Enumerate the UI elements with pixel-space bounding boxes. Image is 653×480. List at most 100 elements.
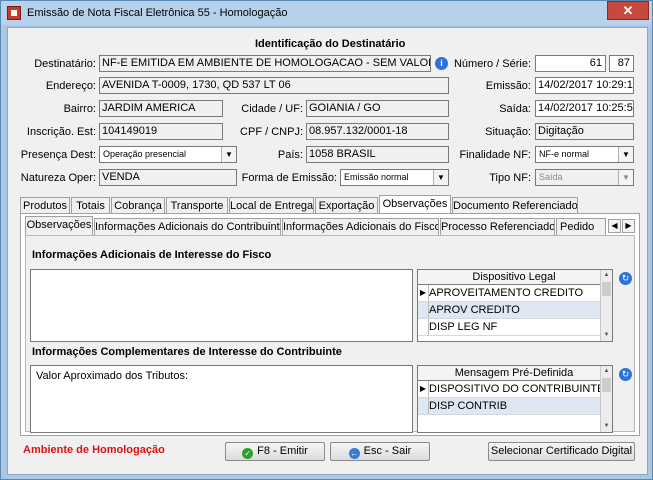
tab-documento-referenciado[interactable]: Documento Referenciado: [452, 197, 578, 214]
finalidade-label: Finalidade NF:: [459, 149, 531, 161]
grid-header: Mensagem Pré-Definida: [418, 366, 600, 381]
finalidade-value: NF-e normal: [539, 149, 590, 159]
ambiente-label: Ambiente de Homologação: [23, 444, 165, 456]
tab-scroll-right-icon[interactable]: ▶: [622, 219, 635, 233]
row-indicator-icon: ▶: [418, 285, 429, 301]
grid-cell: DISP CONTRIB: [429, 400, 508, 412]
tipo-nf-select[interactable]: Saída ▼: [535, 169, 634, 186]
app-icon: [7, 6, 21, 20]
situacao-field[interactable]: Digitação: [535, 123, 634, 140]
grid-cell: DISP LEG NF: [429, 321, 498, 333]
scroll-thumb[interactable]: [602, 378, 611, 392]
finalidade-select[interactable]: NF-e normal ▼: [535, 146, 634, 163]
title-bar: Emissão de Nota Fiscal Eletrônica 55 - H…: [1, 1, 652, 25]
bairro-field[interactable]: JARDIM AMERICA: [99, 100, 223, 117]
emitir-button[interactable]: ✓ F8 - Emitir: [225, 442, 325, 461]
sub-tabs: Observações Informações Adicionais do Co…: [25, 216, 637, 235]
forma-emissao-select[interactable]: Emissão normal ▼: [340, 169, 449, 186]
tab-cobranca[interactable]: Cobrança: [111, 197, 165, 214]
mensagem-grid[interactable]: Mensagem Pré-Definida ▶ DISPOSITIVO DO CO…: [417, 365, 613, 433]
fisco-memo[interactable]: [30, 269, 413, 342]
forma-emissao-label: Forma de Emissão:: [241, 172, 337, 184]
sair-button[interactable]: ← Esc - Sair: [330, 442, 430, 461]
chevron-down-icon[interactable]: ▼: [433, 170, 448, 185]
client-area: Identificação do Destinatário Destinatár…: [7, 27, 648, 475]
refresh-icon[interactable]: ↻: [619, 368, 632, 381]
situacao-label: Situação:: [485, 126, 531, 138]
tab-scroll-left-icon[interactable]: ◀: [608, 219, 621, 233]
dispositivo-legal-grid[interactable]: Dispositivo Legal ▶ APROVEITAMENTO CREDIT…: [417, 269, 613, 342]
presenca-select[interactable]: Operação presencial ▼: [99, 146, 237, 163]
grid-scrollbar[interactable]: ▲ ▼: [600, 270, 612, 341]
contribuinte-memo[interactable]: Valor Aproximado dos Tributos:: [30, 365, 413, 433]
forma-emissao-value: Emissão normal: [344, 172, 409, 182]
saida-label: Saída:: [499, 103, 531, 115]
close-button[interactable]: ✕: [607, 1, 649, 20]
subtab-info-fisco[interactable]: Informações Adicionais do Fisco: [282, 218, 439, 235]
natureza-label: Natureza Oper:: [20, 172, 96, 184]
observacoes-page: Informações Adicionais de Interesse do F…: [25, 235, 635, 433]
numero-field[interactable]: 61: [535, 55, 606, 72]
bairro-label: Bairro:: [63, 103, 96, 115]
grid-row[interactable]: ▶ DISPOSITIVO DO CONTRIBUINTE: [418, 381, 604, 398]
serie-field[interactable]: 87: [609, 55, 634, 72]
tab-transporte[interactable]: Transporte: [166, 197, 228, 214]
pais-label: País:: [277, 149, 303, 161]
grid-row[interactable]: ▶ APROVEITAMENTO CREDITO: [418, 285, 600, 302]
cpf-cnpj-label: CPF / CNPJ:: [240, 126, 303, 138]
emissao-field[interactable]: 14/02/2017 10:29:16: [535, 77, 634, 94]
tab-observacoes[interactable]: Observações: [379, 195, 451, 214]
subtab-info-contribuinte[interactable]: Informações Adicionais do Contribuinte: [94, 218, 281, 235]
endereco-field[interactable]: AVENIDA T-0009, 1730, QD 537 LT 06: [99, 77, 449, 94]
saida-field[interactable]: 14/02/2017 10:25:53: [535, 100, 634, 117]
tab-totais[interactable]: Totais: [71, 197, 110, 214]
subtab-pedido[interactable]: Pedido: [556, 218, 606, 235]
contribuinte-title: Informações Complementares de Interesse …: [32, 346, 342, 358]
tab-local-entrega[interactable]: Local de Entrega: [229, 197, 314, 214]
grid-cell: DISPOSITIVO DO CONTRIBUINTE: [429, 383, 605, 395]
row-indicator: [418, 319, 429, 335]
grid-row[interactable]: DISP CONTRIB: [418, 398, 600, 415]
scroll-up-icon[interactable]: ▲: [601, 270, 612, 281]
destinatario-field[interactable]: NF-E EMITIDA EM AMBIENTE DE HOMOLOGACAO …: [99, 55, 431, 72]
tab-produtos[interactable]: Produtos: [20, 197, 70, 214]
window-title: Emissão de Nota Fiscal Eletrônica 55 - H…: [27, 7, 288, 19]
grid-row[interactable]: APROV CREDITO: [418, 302, 600, 319]
cidade-uf-label: Cidade / UF:: [241, 103, 303, 115]
exit-icon: ←: [348, 448, 360, 459]
row-indicator-icon: ▶: [418, 381, 429, 397]
tipo-nf-value: Saída: [539, 172, 563, 182]
grid-header: Dispositivo Legal: [418, 270, 600, 285]
numero-serie-label: Número / Série:: [453, 58, 531, 70]
scroll-down-icon[interactable]: ▼: [601, 421, 612, 432]
scroll-down-icon[interactable]: ▼: [601, 330, 612, 341]
refresh-icon[interactable]: ↻: [619, 272, 632, 285]
scroll-thumb[interactable]: [602, 282, 611, 296]
fisco-title: Informações Adicionais de Interesse do F…: [32, 249, 272, 261]
chevron-down-icon[interactable]: ▼: [618, 147, 633, 162]
subtab-observacoes[interactable]: Observações: [25, 216, 93, 235]
tab-exportacao[interactable]: Exportação: [315, 197, 378, 214]
scroll-up-icon[interactable]: ▲: [601, 366, 612, 377]
grid-row[interactable]: DISP LEG NF: [418, 319, 600, 336]
grid-cell: APROV CREDITO: [429, 304, 520, 316]
cidade-uf-field[interactable]: GOIANIA / GO: [306, 100, 449, 117]
main-tabs: Produtos Totais Cobrança Transporte Loca…: [20, 195, 640, 214]
tab-panel: Observações Informações Adicionais do Co…: [20, 213, 640, 436]
certificado-button[interactable]: Selecionar Certificado Digital: [488, 442, 635, 461]
row-indicator: [418, 302, 429, 318]
subtab-processo-referenciado[interactable]: Processo Referenciado: [440, 218, 555, 235]
tipo-nf-label: Tipo NF:: [489, 172, 531, 184]
info-icon[interactable]: i: [435, 57, 448, 70]
cpf-cnpj-field[interactable]: 08.957.132/0001-18: [306, 123, 449, 140]
emissao-label: Emissão:: [485, 80, 531, 92]
pais-field[interactable]: 1058 BRASIL: [306, 146, 449, 163]
inscricao-field[interactable]: 104149019: [99, 123, 223, 140]
chevron-down-icon[interactable]: ▼: [618, 170, 633, 185]
page-title: Identificação do Destinatário: [255, 38, 406, 50]
grid-cell: APROVEITAMENTO CREDITO: [429, 287, 584, 299]
natureza-field[interactable]: VENDA: [99, 169, 237, 186]
row-indicator: [418, 398, 429, 414]
grid-scrollbar[interactable]: ▲ ▼: [600, 366, 612, 432]
endereco-label: Endereço:: [45, 80, 96, 92]
